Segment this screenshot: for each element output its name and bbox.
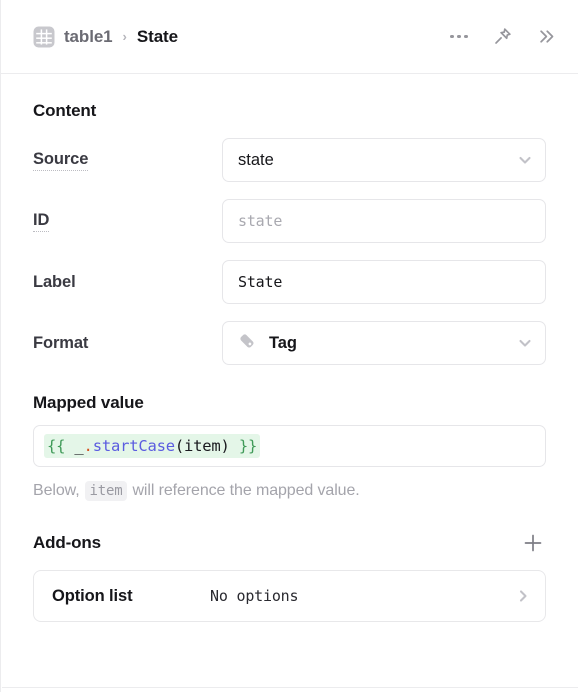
id-input[interactable]: state [222, 199, 546, 243]
content-section-title: Content [33, 101, 97, 120]
pin-button[interactable] [491, 26, 513, 48]
breadcrumb: table1 › State [33, 26, 448, 48]
collapse-panel-button[interactable] [534, 26, 556, 48]
hint-suffix: will reference the mapped value. [132, 482, 360, 499]
hint-code-chip: item [84, 481, 128, 501]
source-value: state [238, 150, 274, 169]
double-chevron-right-icon [539, 30, 553, 43]
pin-icon [494, 28, 511, 44]
chevron-down-icon [517, 335, 533, 351]
format-label-cell: Format [33, 334, 222, 353]
format-select[interactable]: Tag [222, 321, 546, 365]
bottom-divider [2, 687, 578, 688]
id-label: ID [33, 211, 49, 232]
token-open-brace: {{ [47, 437, 66, 455]
source-select[interactable]: state [222, 138, 546, 182]
table-grid-icon [33, 26, 55, 48]
mapped-value-hint: Below, item will reference the mapped va… [33, 481, 546, 501]
label-label: Label [33, 272, 76, 291]
format-value-wrap: Tag [238, 332, 517, 354]
mapped-value-title: Mapped value [33, 393, 144, 412]
token-dot: . [83, 437, 93, 455]
ellipsis-icon [450, 34, 468, 39]
format-value: Tag [269, 333, 297, 352]
addon-item-option-list[interactable]: Option list No options [33, 570, 546, 622]
panel-body: Content Source state ID state Label Stat… [1, 101, 578, 622]
addons-header: Add-ons [33, 530, 546, 556]
header-actions [448, 26, 556, 48]
hint-prefix: Below, [33, 482, 80, 499]
breadcrumb-separator: › [122, 29, 127, 44]
field-row-label: Label State [33, 260, 546, 304]
addon-value: No options [210, 587, 299, 605]
panel-header: table1 › State [1, 0, 578, 74]
mapped-value-expression: {{ _.startCase(item) }} [44, 434, 261, 458]
field-row-id: ID state [33, 199, 546, 243]
field-row-format: Format Tag [33, 321, 546, 365]
column-inspector-panel: table1 › State Content Source state ID s… [0, 0, 578, 692]
chevron-down-icon [517, 152, 533, 168]
addon-name: Option list [52, 586, 133, 605]
plus-icon [524, 534, 542, 552]
token-function-name: startCase [92, 437, 175, 455]
chevron-right-icon [515, 588, 531, 604]
token-underscore: _ [74, 437, 84, 455]
add-addon-button[interactable] [520, 530, 546, 556]
source-label-cell: Source [33, 150, 222, 171]
source-label: Source [33, 150, 88, 171]
format-label: Format [33, 333, 89, 352]
id-placeholder: state [238, 212, 283, 230]
label-input[interactable]: State [222, 260, 546, 304]
label-value: State [238, 273, 283, 291]
token-arguments: (item) [174, 437, 230, 455]
breadcrumb-current: State [136, 26, 178, 46]
breadcrumb-parent[interactable]: table1 [64, 27, 113, 47]
tag-icon [238, 332, 260, 354]
addons-title: Add-ons [33, 533, 101, 552]
token-close-brace: }} [238, 437, 258, 455]
mapped-value-input[interactable]: {{ _.startCase(item) }} [33, 425, 546, 467]
id-label-cell: ID [33, 211, 222, 232]
more-options-button[interactable] [448, 26, 470, 48]
label-label-cell: Label [33, 273, 222, 292]
field-row-source: Source state [33, 138, 546, 182]
token-space-2 [230, 437, 239, 455]
